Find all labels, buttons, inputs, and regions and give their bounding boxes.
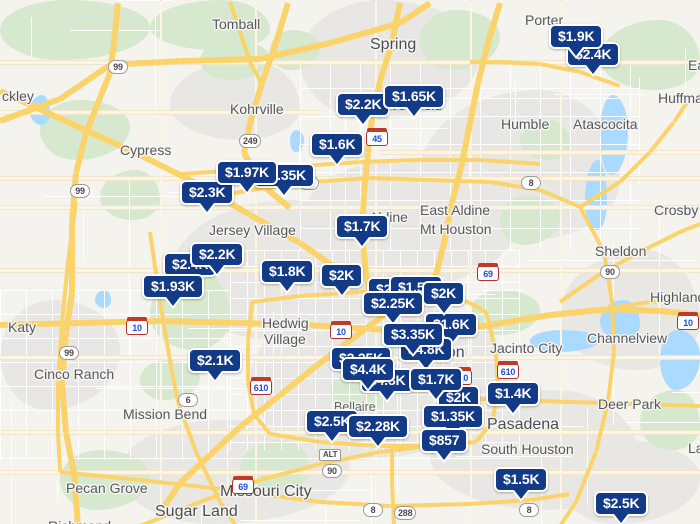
place-label: Atascocita xyxy=(573,116,638,132)
place-label: Pecan Grove xyxy=(66,480,148,496)
place-label: Ea xyxy=(688,57,700,73)
price-marker[interactable]: $1.65K xyxy=(383,84,445,109)
route-shield: 249 xyxy=(239,134,262,148)
price-marker[interactable]: $1.5K xyxy=(494,467,549,492)
place-label: Humble xyxy=(501,116,550,132)
place-label: Deer Park xyxy=(598,396,662,412)
price-marker[interactable]: $857 xyxy=(420,428,469,453)
route-shield-interstate: 610 xyxy=(250,377,272,395)
price-marker[interactable]: $2.1K xyxy=(188,348,243,373)
place-label: Cinco Ranch xyxy=(34,366,115,382)
route-shield: 8 xyxy=(363,503,383,517)
route-shield: 8 xyxy=(521,176,541,190)
route-shield: 90 xyxy=(600,265,620,279)
place-label: Highland xyxy=(650,289,700,305)
route-shield: 99 xyxy=(59,346,79,360)
route-shield: 99 xyxy=(70,184,90,198)
place-label: Katy xyxy=(8,319,37,335)
price-marker[interactable]: $3.35K xyxy=(382,322,444,347)
route-shield: 90 xyxy=(322,464,342,478)
place-label: Sheldon xyxy=(595,243,647,259)
price-marker[interactable]: $1.7K xyxy=(335,214,390,239)
price-marker[interactable]: $1.97K xyxy=(216,160,278,185)
place-label: Cypress xyxy=(120,142,172,158)
route-shield-interstate: 10 xyxy=(330,321,352,339)
place-label: Mission Bend xyxy=(123,406,208,422)
map-canvas[interactable]: 999999249888869028822590ALT4510101069696… xyxy=(0,0,700,524)
route-shield-interstate: 69 xyxy=(232,476,254,494)
route-shield-interstate: 45 xyxy=(366,128,388,146)
route-shield: 8 xyxy=(519,503,539,517)
route-shield: 6 xyxy=(178,393,198,407)
place-label: Sugar Land xyxy=(155,503,238,520)
place-label: ckley xyxy=(2,88,34,104)
place-label: Channelview xyxy=(587,330,668,346)
route-shield: 99 xyxy=(108,60,128,74)
route-shield-interstate: 69 xyxy=(477,263,499,281)
price-marker[interactable]: $2K xyxy=(320,263,364,288)
price-marker[interactable]: $1.6K xyxy=(310,132,365,157)
water-body xyxy=(95,290,111,308)
place-label: Richmond xyxy=(48,518,111,524)
route-shield-interstate: 10 xyxy=(677,312,699,330)
price-marker[interactable]: $2.5K xyxy=(594,491,649,516)
price-marker[interactable]: $2.2K xyxy=(190,242,245,267)
place-label: Jersey Village xyxy=(209,222,296,238)
place-label: Jacinto City xyxy=(490,340,563,356)
place-label: Tomball xyxy=(212,16,261,32)
price-marker[interactable]: $2.25K xyxy=(362,291,424,316)
place-label: Village xyxy=(264,331,306,347)
price-marker[interactable]: $2.28K xyxy=(347,414,409,439)
price-marker[interactable]: $1.9K xyxy=(549,24,604,49)
place-label: Mt Houston xyxy=(420,221,492,237)
place-label: Hedwig xyxy=(262,315,309,331)
price-marker[interactable]: $1.7K xyxy=(409,367,464,392)
place-label: Pasadena xyxy=(487,416,560,433)
price-marker[interactable]: $1.4K xyxy=(486,381,541,406)
price-marker[interactable]: $1.35K xyxy=(422,404,484,429)
place-label: La xyxy=(688,440,700,456)
route-shield-interstate: 610 xyxy=(497,361,519,379)
place-label: Spring xyxy=(370,36,417,53)
price-marker[interactable]: $2K xyxy=(422,281,466,306)
place-label: East Aldine xyxy=(420,202,491,218)
route-shield-alt: ALT xyxy=(319,449,342,461)
route-shield-interstate: 10 xyxy=(126,317,148,335)
place-label: Crosby xyxy=(654,202,699,218)
place-label: South Houston xyxy=(481,441,574,457)
place-label: Kohrville xyxy=(230,101,284,117)
place-label: Huffman xyxy=(658,90,700,106)
price-marker[interactable]: $1.93K xyxy=(142,274,204,299)
route-shield: 288 xyxy=(394,506,417,520)
price-marker[interactable]: $4.4K xyxy=(341,357,396,382)
price-marker[interactable]: $1.8K xyxy=(260,259,315,284)
